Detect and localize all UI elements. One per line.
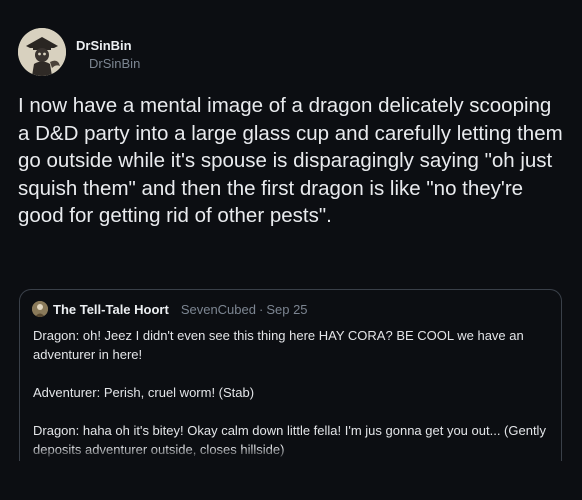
quoted-separator: · [258,301,264,317]
quoted-display-name[interactable]: The Tell-Tale Hoort [53,302,169,317]
quoted-post-text: Dragon: oh! Jeez I didn't even see this … [33,326,553,461]
quoted-line: Adventurer: Perish, cruel worm! (Stab) [33,385,255,400]
quoted-post-card[interactable]: The Tell-Tale Hoort SevenCubed · Sep 25 … [19,289,562,461]
post-text: I now have a mental image of a dragon de… [18,94,563,227]
post-handle[interactable]: DrSinBin [89,56,140,71]
post-display-name[interactable]: DrSinBin [76,38,132,53]
avatar-image [18,28,66,76]
quoted-post-header: The Tell-Tale Hoort SevenCubed · Sep 25 [32,301,308,317]
quoted-date[interactable]: Sep 25 [266,302,307,317]
quoted-avatar[interactable] [32,301,48,317]
avatar[interactable] [18,28,66,76]
quoted-line: Dragon: oh! Jeez I didn't even see this … [33,328,524,362]
truncation-fade [20,447,561,461]
quoted-avatar-image [32,301,48,317]
quoted-handle[interactable]: SevenCubed [181,302,256,317]
